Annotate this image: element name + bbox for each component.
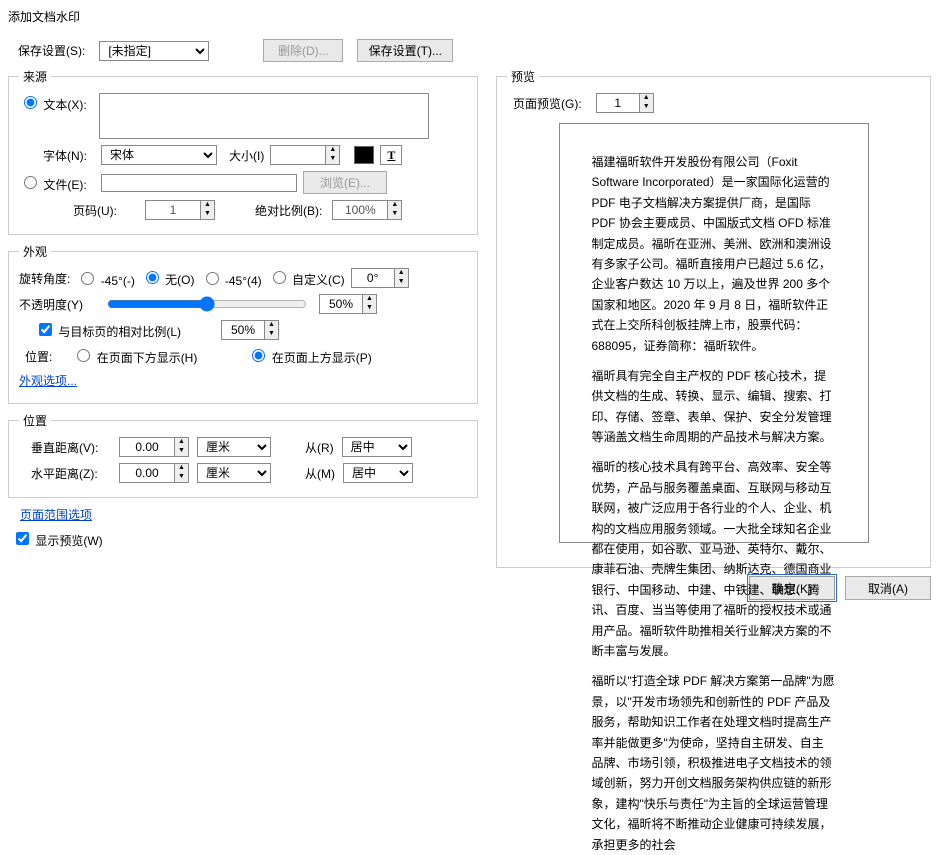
text-radio[interactable]: 文本(X):	[19, 93, 99, 113]
rot-none-radio[interactable]: 无(O)	[141, 268, 195, 288]
file-radio[interactable]: 文件(E):	[19, 173, 95, 193]
page-preview-spinner[interactable]: ▲▼	[596, 93, 654, 113]
text-input[interactable]	[99, 93, 429, 139]
pos-below-radio[interactable]: 在页面下方显示(H)	[72, 346, 197, 366]
color-swatch[interactable]	[354, 146, 374, 164]
rot-pos45-radio[interactable]: -45°(4)	[201, 269, 262, 288]
horiz-from-label: 从(M)	[305, 465, 335, 482]
underline-icon[interactable]: T	[380, 145, 402, 165]
cancel-button[interactable]: 取消(A)	[845, 576, 931, 600]
delete-button[interactable]: 删除(D)...	[263, 39, 343, 62]
page-label: 页码(U):	[73, 202, 135, 219]
vert-from-label: 从(R)	[305, 439, 334, 456]
appearance-legend: 外观	[19, 243, 51, 260]
abs-scale-spinner[interactable]: ▲▼	[332, 200, 402, 220]
vert-from-select[interactable]: 居中	[342, 437, 412, 457]
position-group: 位置 垂直距离(V): ▲▼ 厘米 从(R) 居中 水平距离(Z): ▲▼ 厘米…	[8, 412, 478, 498]
rot-custom-radio[interactable]: 自定义(C)	[268, 268, 345, 288]
show-preview-check[interactable]: 显示预览(W)	[12, 534, 103, 548]
abs-scale-label: 绝对比例(B):	[255, 202, 322, 219]
vert-spinner[interactable]: ▲▼	[119, 437, 189, 457]
size-spinner[interactable]: ▲▼	[270, 145, 340, 165]
size-label: 大小(I)	[229, 147, 264, 164]
font-label: 字体(N):	[43, 147, 95, 164]
rot-neg45-radio[interactable]: -45°(-)	[76, 269, 134, 288]
page-spinner[interactable]: ▲▼	[145, 200, 215, 220]
rotation-spinner[interactable]: ▲▼	[351, 268, 409, 288]
preview-legend: 预览	[507, 68, 539, 85]
file-input[interactable]	[101, 174, 297, 192]
vert-unit-select[interactable]: 厘米	[197, 437, 271, 457]
appearance-options-link[interactable]: 外观选项...	[19, 372, 77, 389]
rotation-label: 旋转角度:	[19, 270, 70, 287]
save-settings-select[interactable]: [未指定]	[99, 41, 209, 61]
save-settings-label: 保存设置(S):	[18, 42, 85, 59]
page-range-options-link[interactable]: 页面范围选项	[20, 508, 92, 522]
horiz-from-select[interactable]: 居中	[343, 463, 413, 483]
source-legend: 来源	[19, 68, 51, 85]
font-select[interactable]: 宋体	[101, 145, 217, 165]
preview-group: 预览 页面预览(G): ▲▼ 福建福昕软件开发股份有限公司（Foxit Soft…	[496, 68, 931, 568]
preview-paragraph: 福建福昕软件开发股份有限公司（Foxit Software Incorporat…	[592, 152, 836, 356]
preview-paragraph: 福昕以"打造全球 PDF 解决方案第一品牌"为愿景，以"开发市场领先和创新性的 …	[592, 671, 836, 855]
preview-paragraph: 福昕的核心技术具有跨平台、高效率、安全等优势，产品与服务覆盖桌面、互联网与移动互…	[592, 457, 836, 661]
position-legend: 位置	[19, 412, 51, 429]
horiz-spinner[interactable]: ▲▼	[119, 463, 189, 483]
save-settings-button[interactable]: 保存设置(T)...	[357, 39, 453, 62]
appearance-group: 外观 旋转角度: -45°(-) 无(O) -45°(4) 自定义(C) ▲▼ …	[8, 243, 478, 404]
horiz-label: 水平距离(Z):	[31, 465, 111, 482]
preview-paragraph: 福昕具有完全自主产权的 PDF 核心技术，提供文档的生成、转换、显示、编辑、搜索…	[592, 366, 836, 448]
dialog-title: 添加文档水印	[8, 8, 931, 25]
horiz-unit-select[interactable]: 厘米	[197, 463, 271, 483]
pos-above-radio[interactable]: 在页面上方显示(P)	[247, 346, 371, 366]
page-preview-label: 页面预览(G):	[513, 95, 582, 112]
source-group: 来源 文本(X): 字体(N): 宋体 大小(I) ▲▼ T 文件(E): 浏览…	[8, 68, 478, 235]
position-label: 位置:	[25, 348, 52, 365]
browse-button[interactable]: 浏览(E)...	[303, 171, 387, 194]
rel-scale-spinner[interactable]: ▲▼	[221, 320, 279, 340]
preview-page: 福建福昕软件开发股份有限公司（Foxit Software Incorporat…	[559, 123, 869, 543]
vert-label: 垂直距离(V):	[31, 439, 111, 456]
opacity-spinner[interactable]: ▲▼	[319, 294, 377, 314]
rel-scale-check[interactable]: 与目标页的相对比例(L)	[35, 320, 181, 340]
opacity-label: 不透明度(Y)	[19, 296, 95, 313]
opacity-slider[interactable]	[107, 296, 307, 312]
